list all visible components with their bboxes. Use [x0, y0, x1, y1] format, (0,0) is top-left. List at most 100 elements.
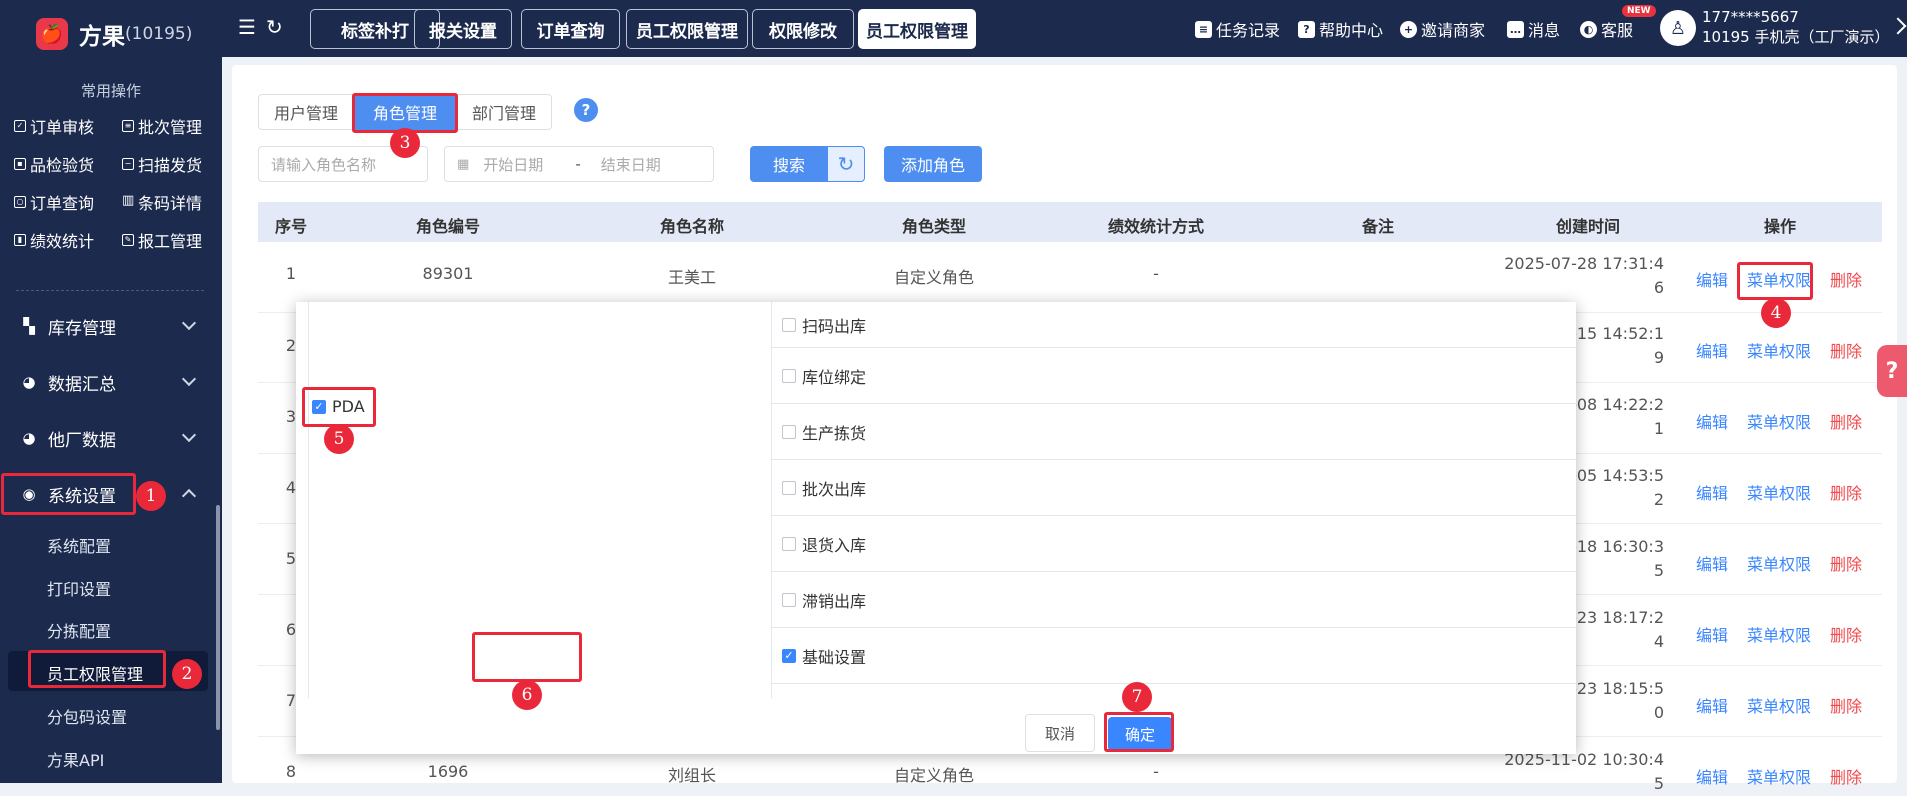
menu-permission-link[interactable]: 菜单权限	[1747, 480, 1811, 504]
perm-label: 基础设置	[802, 647, 867, 667]
edit-link[interactable]: 编辑	[1696, 693, 1728, 717]
menu-permission-link[interactable]: 菜单权限	[1747, 622, 1811, 646]
inventory-icon: ▚	[23, 317, 35, 335]
sub-subcode-settings[interactable]: 分包码设置	[47, 704, 127, 728]
cell-role-code: 1696	[427, 762, 469, 781]
edit-link[interactable]: 编辑	[1696, 267, 1728, 291]
sub-print-settings[interactable]: 打印设置	[47, 576, 111, 600]
perm-item-return-in[interactable]: 退货入库	[772, 516, 1576, 572]
quick-action-scan[interactable]: − 扫描发货	[122, 154, 214, 175]
delete-link[interactable]: 删除	[1830, 267, 1862, 291]
quick-action-batch[interactable]: ≡ 批次管理	[122, 116, 214, 137]
subtab-user-management[interactable]: 用户管理	[258, 94, 354, 130]
cell-role-name: 王美工	[667, 268, 717, 287]
perm-item-scan-out[interactable]: 扫码出库	[772, 302, 1576, 348]
perm-item-production-pick[interactable]: 生产拣货	[772, 404, 1576, 460]
chart-icon: ▮	[14, 234, 26, 246]
menu-collapse-icon[interactable]: ☰	[238, 15, 256, 39]
edit-link[interactable]: 编辑	[1696, 409, 1728, 433]
delete-link[interactable]: 删除	[1830, 764, 1862, 788]
th-role-code: 角色编号	[415, 217, 481, 236]
user-avatar-icon[interactable]: ♙	[1660, 10, 1696, 46]
help-icon[interactable]: ?	[574, 98, 598, 122]
customer-service-label: 客服	[1601, 21, 1634, 40]
help-center-link[interactable]: ? 帮助中心	[1298, 17, 1383, 41]
menu-permission-link[interactable]: 菜单权限	[1747, 764, 1811, 788]
checkbox-checked-icon[interactable]: ✓	[782, 648, 796, 663]
cell-role-type: 自定义角色	[893, 766, 975, 785]
edit-link[interactable]: 编辑	[1696, 764, 1728, 788]
delete-link[interactable]: 删除	[1830, 338, 1862, 362]
cell-role-code: 89301	[422, 264, 474, 283]
search-button[interactable]: 搜索	[750, 146, 828, 182]
step-badge: 2	[172, 659, 202, 689]
tab-staff-permission-active[interactable]: 员工权限管理	[858, 9, 976, 49]
menu-other-factory[interactable]: ◕ 他厂数据	[0, 416, 222, 460]
menu-permission-link[interactable]: 菜单权限	[1747, 338, 1811, 362]
menu-permission-link[interactable]: 菜单权限	[1747, 409, 1811, 433]
add-role-button[interactable]: 添加角色	[884, 146, 982, 182]
help-center-label: 帮助中心	[1319, 21, 1384, 40]
perm-item-location-bind[interactable]: 库位绑定	[772, 348, 1576, 404]
checkbox-icon[interactable]	[782, 424, 796, 439]
tab-staff-permission[interactable]: 员工权限管理	[626, 9, 748, 49]
quick-action-inspect[interactable]: ▪ 品检验货	[14, 154, 122, 175]
menu-inventory[interactable]: ▚ 库存管理	[0, 304, 222, 348]
menu-data-summary[interactable]: ◕ 数据汇总	[0, 360, 222, 404]
message-link[interactable]: … 消息	[1507, 17, 1560, 41]
menu-permission-link[interactable]: 菜单权限	[1747, 551, 1811, 575]
reset-refresh-icon[interactable]: ↻	[827, 146, 865, 182]
refresh-icon[interactable]: ↻	[266, 15, 283, 39]
quick-action-order-review[interactable]: ✓ 订单审核	[14, 116, 122, 137]
cell-perf: -	[1153, 762, 1159, 781]
tab-permission-edit[interactable]: 权限修改	[752, 9, 854, 49]
date-range-picker[interactable]: ▦ 开始日期 - 结束日期	[444, 146, 714, 182]
task-record-link[interactable]: ≡ 任务记录	[1195, 17, 1280, 41]
quick-action-report[interactable]: ✎ 报工管理	[122, 230, 214, 251]
invite-merchant-link[interactable]: + 邀请商家	[1400, 17, 1485, 41]
highlight-role-tab	[352, 93, 458, 133]
inspect-icon: ▪	[14, 158, 26, 170]
time-line: 2025-07-28 17:31:4	[1504, 254, 1664, 273]
delete-link[interactable]: 删除	[1830, 622, 1862, 646]
customer-service-link[interactable]: ◐ 客服	[1580, 17, 1633, 41]
delete-link[interactable]: 删除	[1830, 480, 1862, 504]
perm-item-basic-settings[interactable]: ✓ 基础设置	[772, 628, 1576, 684]
th-role-name: 角色名称	[659, 217, 725, 236]
edit-link[interactable]: 编辑	[1696, 338, 1728, 362]
menu-permission-link[interactable]: 菜单权限	[1747, 693, 1811, 717]
sub-system-config[interactable]: 系统配置	[47, 533, 111, 557]
quick-action-label: 条码详情	[138, 194, 203, 213]
account-code: (10195)	[125, 24, 193, 44]
subtab-department-management[interactable]: 部门管理	[456, 94, 552, 130]
edit-link[interactable]: 编辑	[1696, 480, 1728, 504]
checkbox-icon[interactable]	[782, 536, 796, 551]
sub-api[interactable]: 方果API	[47, 747, 104, 771]
sidebar-scrollbar[interactable]	[216, 505, 220, 730]
checkbox-icon[interactable]	[782, 592, 796, 607]
delete-link[interactable]: 删除	[1830, 551, 1862, 575]
perm-item-slow-moving-out[interactable]: 滞销出库	[772, 572, 1576, 628]
checkbox-icon[interactable]	[782, 317, 796, 332]
checkbox-icon[interactable]	[782, 480, 796, 495]
checkbox-icon[interactable]	[782, 368, 796, 383]
edit-link[interactable]: 编辑	[1696, 622, 1728, 646]
th-perf-method: 绩效统计方式	[1107, 217, 1205, 236]
cancel-button[interactable]: 取消	[1025, 714, 1095, 752]
calendar-icon: ▦	[457, 156, 470, 172]
quick-action-barcode[interactable]: ▥ 条码详情	[122, 192, 214, 213]
edit-link[interactable]: 编辑	[1696, 551, 1728, 575]
step-badge: 1	[136, 481, 166, 511]
time-line: 6	[1653, 278, 1664, 297]
quick-action-performance[interactable]: ▮ 绩效统计	[14, 230, 122, 251]
quick-action-order-query[interactable]: ○ 订单查询	[14, 192, 122, 213]
sub-sorting-config[interactable]: 分拣配置	[47, 618, 111, 642]
delete-link[interactable]: 删除	[1830, 693, 1862, 717]
floating-help-icon[interactable]: ?	[1877, 345, 1907, 397]
tab-customs-settings[interactable]: 报关设置	[414, 9, 512, 49]
perm-item-batch-out[interactable]: 批次出库	[772, 460, 1576, 516]
delete-link[interactable]: 删除	[1830, 409, 1862, 433]
logo[interactable]: 🍎 方果 (10195)	[36, 14, 192, 54]
perm-label: 生产拣货	[802, 423, 867, 443]
tab-order-query[interactable]: 订单查询	[521, 9, 620, 49]
